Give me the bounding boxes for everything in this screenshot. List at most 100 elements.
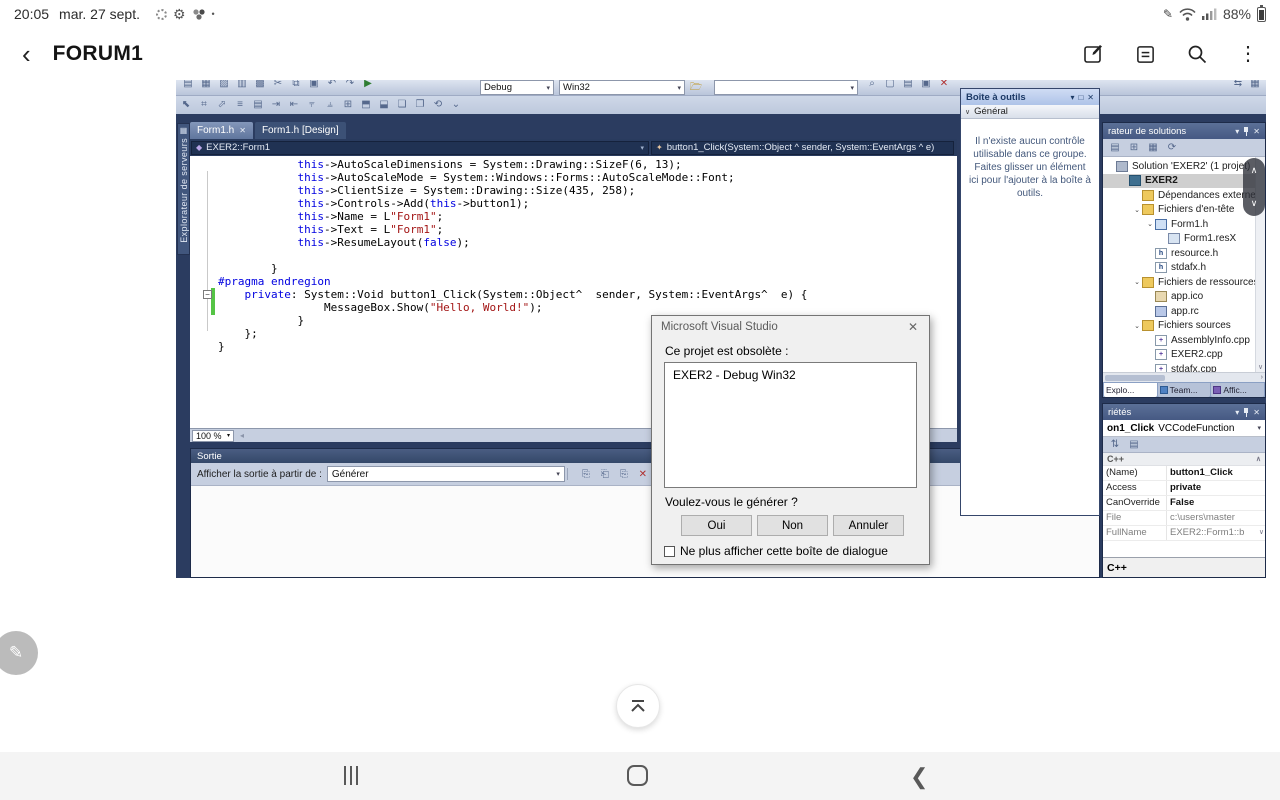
properties-window-icon[interactable]: ▤ [1107, 140, 1123, 155]
find-combo[interactable]: ▾ [714, 80, 858, 95]
tree-item[interactable]: ⌄Fichiers d'en-tête [1103, 203, 1265, 218]
property-row[interactable]: Filec:\users\master [1103, 511, 1265, 526]
paste-icon[interactable]: ▣ [306, 80, 322, 91]
tree-item[interactable]: Dépendances externes [1103, 188, 1265, 203]
property-pages-icon[interactable]: ▤ [1126, 437, 1142, 452]
close-icon[interactable]: ✕ [1087, 93, 1094, 102]
scroll-to-top-button[interactable] [616, 684, 660, 728]
code-fold-icon[interactable]: − [203, 290, 212, 299]
comment-icon[interactable]: ▤ [250, 97, 266, 112]
tree-item[interactable]: ⌄Fichiers sources [1103, 319, 1265, 334]
compare-icon[interactable]: ⇆ [1230, 80, 1246, 91]
recents-button[interactable] [344, 766, 358, 785]
align-top-icon[interactable]: ⫧ [304, 97, 320, 112]
solution-configuration-combo[interactable]: Debug▾ [480, 80, 554, 95]
next-message-icon[interactable]: ⎘ [616, 467, 632, 482]
alphabetical-sort-icon[interactable]: ⇅ [1107, 437, 1123, 452]
dialog-project-list[interactable]: EXER2 - Debug Win32 [664, 362, 917, 488]
expander-icon[interactable]: ⌄ [1132, 278, 1142, 286]
snap-grid-icon[interactable]: ⌗ [196, 97, 212, 112]
copy-icon[interactable]: ⧉ [288, 80, 304, 91]
tree-item[interactable]: Form1.resX [1103, 232, 1265, 247]
chevron-down-icon[interactable]: ∨ [1251, 198, 1258, 209]
cut-icon[interactable]: ✂ [270, 80, 286, 91]
close-tab-icon[interactable]: ✕ [239, 126, 246, 135]
property-row[interactable]: Accessprivate [1103, 481, 1265, 496]
add-item-icon[interactable]: ▦ [198, 80, 214, 91]
panel-tab-1[interactable]: Explo... [1104, 383, 1157, 397]
solution-configurations-icon[interactable]: ⌕ [864, 80, 880, 91]
tree-item[interactable]: Solution 'EXER2' (1 projet) [1103, 159, 1265, 174]
toolbox-toggle-icon[interactable]: ▣ [918, 80, 934, 91]
pin-icon[interactable] [1243, 408, 1249, 417]
zoom-level-combo[interactable]: 100 %▾ [192, 430, 234, 442]
open-file-icon[interactable]: ▨ [216, 80, 232, 91]
panel-tab-3[interactable]: Affic... [1211, 383, 1264, 397]
folder-icon[interactable]: 🗁 [688, 80, 704, 95]
close-icon[interactable]: ✕ [906, 320, 920, 334]
solution-explorer-title[interactable]: rateur de solutions ▾✕ [1103, 123, 1265, 139]
refresh-icon[interactable]: ⟳ [1164, 140, 1180, 155]
format-selection-icon[interactable]: ≡ [232, 97, 248, 112]
command-window-icon[interactable]: ▤ [900, 80, 916, 91]
panel-menu-icon[interactable]: ▾ [1235, 408, 1239, 417]
tree-item[interactable]: +EXER2.cpp [1103, 348, 1265, 363]
panel-tab-2[interactable]: Team... [1158, 383, 1211, 397]
dialog-titlebar[interactable]: Microsoft Visual Studio ✕ [652, 316, 929, 338]
select-pointer-icon[interactable]: ⬉ [178, 97, 194, 112]
scroll-capture-pill[interactable]: ∧ ∨ [1243, 158, 1265, 216]
find-in-files-icon[interactable]: ▢ [882, 80, 898, 91]
compose-icon[interactable] [1083, 43, 1105, 65]
properties-title[interactable]: riétés ▾✕ [1103, 404, 1265, 420]
find-message-icon[interactable]: ⎘ [578, 467, 594, 482]
property-row[interactable]: FullNameEXER2::Form1::b∨ [1103, 526, 1265, 541]
save-icon[interactable]: ▥ [234, 80, 250, 91]
expander-icon[interactable]: ⌄ [1132, 206, 1142, 214]
properties-object-combo[interactable]: on1_ClickVCCodeFunction▾ [1103, 420, 1265, 437]
order-back-icon[interactable]: ⬓ [376, 97, 392, 112]
floating-edit-button[interactable]: ✎ [0, 631, 38, 675]
output-source-combo[interactable]: Générer▾ [327, 466, 565, 482]
expander-icon[interactable]: ⌄ [1145, 220, 1155, 228]
panel-menu-icon[interactable]: ▾ [1070, 93, 1074, 102]
close-toolbar-icon[interactable]: ✕ [1264, 80, 1266, 91]
undo-icon[interactable]: ↶ [324, 80, 340, 91]
dialog-button-annuler[interactable]: Annuler [833, 515, 904, 536]
expander-icon[interactable]: ⌄ [1132, 322, 1142, 330]
back-button[interactable]: ‹ [22, 41, 31, 67]
tree-item[interactable]: EXER2 [1103, 174, 1265, 189]
tree-item[interactable]: app.rc [1103, 304, 1265, 319]
previous-message-icon[interactable]: ⎗ [597, 467, 613, 482]
nav-back-button[interactable]: ❮ [910, 764, 928, 790]
tab-form1h[interactable]: Form1.h✕ [190, 122, 253, 139]
search-icon[interactable] [1186, 43, 1208, 65]
save-all-icon[interactable]: ▩ [252, 80, 268, 91]
home-button[interactable] [627, 765, 648, 786]
new-project-icon[interactable]: ▤ [180, 80, 196, 91]
make-same-size-icon[interactable]: ⊞ [340, 97, 356, 112]
tab-form1h-design[interactable]: Form1.h [Design] [255, 122, 346, 139]
dialog-button-non[interactable]: Non [757, 515, 828, 536]
tree-hscrollbar[interactable]: › [1103, 372, 1265, 382]
toolbar-overflow-icon[interactable]: ⌄ [448, 97, 464, 112]
toolbox-title[interactable]: Boîte à outils ▾□✕ [961, 89, 1099, 105]
tree-item[interactable]: +AssemblyInfo.cpp [1103, 333, 1265, 348]
indent-icon[interactable]: ⇥ [268, 97, 284, 112]
order-front-icon[interactable]: ⬒ [358, 97, 374, 112]
tree-item[interactable]: ⌄Form1.h [1103, 217, 1265, 232]
ungroup-icon[interactable]: ❐ [412, 97, 428, 112]
stop-icon[interactable]: ✕ [936, 80, 952, 91]
show-all-files-icon[interactable]: ⊞ [1126, 140, 1142, 155]
hscroll-left-icon[interactable]: ◂ [240, 431, 244, 440]
tree-item[interactable]: hstdafx.h [1103, 261, 1265, 276]
solution-platform-combo[interactable]: Win32▾ [559, 80, 685, 95]
window-list-icon[interactable]: ▦ [1247, 80, 1263, 91]
note-list-icon[interactable] [1135, 44, 1156, 65]
members-combo[interactable]: ✦button1_Click(System::Object ^ sender, … [651, 141, 954, 155]
pointer-tool-icon[interactable]: ⬀ [214, 97, 230, 112]
maximize-icon[interactable]: □ [1078, 93, 1083, 102]
view-class-diagram-icon[interactable]: ▦ [1145, 140, 1161, 155]
start-debug-icon[interactable]: ▶ [360, 80, 376, 91]
close-icon[interactable]: ✕ [1253, 127, 1260, 136]
outdent-icon[interactable]: ⇤ [286, 97, 302, 112]
